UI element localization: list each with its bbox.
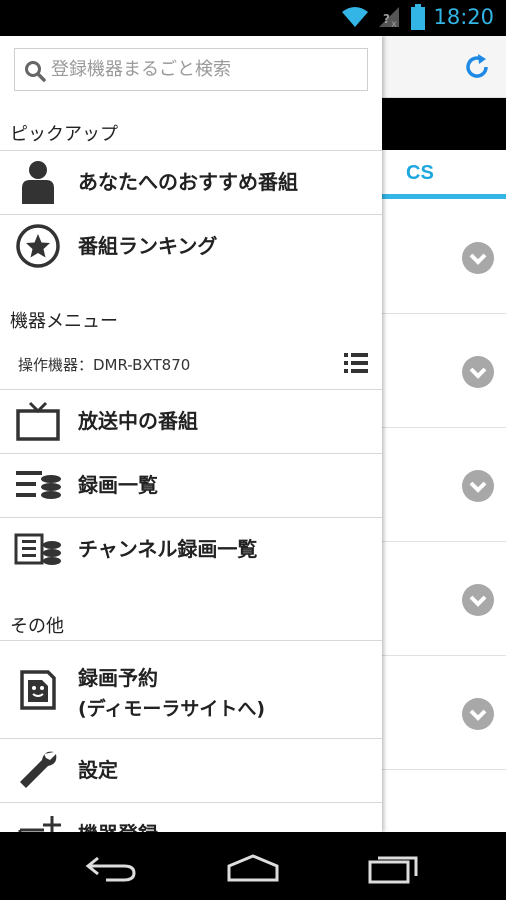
menu-item-on-air[interactable]: 放送中の番組 xyxy=(0,389,382,453)
search-icon xyxy=(25,61,46,82)
wifi-icon xyxy=(342,7,369,27)
chevron-down-icon[interactable] xyxy=(462,470,494,502)
tv-icon xyxy=(16,401,60,441)
menu-item-label: あなたへのおすすめ番組 xyxy=(78,170,298,194)
wrench-icon xyxy=(20,751,57,788)
menu-item-label: 放送中の番組 xyxy=(78,409,198,433)
menu-item-label: 番組ランキング xyxy=(78,234,218,258)
system-nav-bar xyxy=(0,832,506,900)
channel-recordings-icon xyxy=(14,533,61,565)
battery-icon xyxy=(411,4,426,30)
navigation-drawer: ピックアップ あなたへのおすすめ番組 番組ランキング 機器メニュー 操作機器：D… xyxy=(0,36,382,832)
menu-item-channel-recordings[interactable]: チャンネル録画一覧 xyxy=(0,517,382,581)
no-signal-icon: x ? xyxy=(379,7,400,29)
program-row[interactable] xyxy=(382,200,506,314)
program-row[interactable] xyxy=(382,542,506,656)
program-row[interactable] xyxy=(382,428,506,542)
search-box[interactable] xyxy=(14,48,368,91)
menu-item-sublabel: (ディモーラサイトへ) xyxy=(78,698,266,720)
chevron-down-icon[interactable] xyxy=(462,584,494,616)
tab-indicator xyxy=(382,194,506,199)
menu-item-label: 設定 xyxy=(78,758,118,782)
section-other: その他 xyxy=(10,616,64,637)
menu-item-settings[interactable]: 設定 xyxy=(0,738,382,802)
recordings-icon xyxy=(16,471,61,499)
home-icon[interactable] xyxy=(225,850,281,884)
search-input[interactable] xyxy=(51,49,361,90)
program-row[interactable] xyxy=(382,314,506,428)
recent-apps-icon[interactable] xyxy=(366,850,422,884)
menu-item-label: 録画一覧 xyxy=(78,473,158,497)
list-icon[interactable] xyxy=(344,352,368,374)
device-label: 操作機器：DMR-BXT870 xyxy=(18,356,191,374)
svg-text:x: x xyxy=(391,19,397,29)
menu-item-label: 機器登録 xyxy=(78,818,158,832)
diga-icon xyxy=(20,670,56,710)
chevron-down-icon[interactable] xyxy=(462,356,494,388)
chevron-down-icon[interactable] xyxy=(462,242,494,274)
tab-cs[interactable]: CS xyxy=(406,162,434,185)
refresh-icon[interactable] xyxy=(462,52,492,82)
add-device-icon xyxy=(18,816,61,832)
status-bar: x ? 18:20 xyxy=(0,0,506,36)
menu-item-reservation[interactable]: 録画予約 (ディモーラサイトへ) xyxy=(0,640,382,738)
star-circle-icon xyxy=(16,224,60,268)
menu-item-recommended[interactable]: あなたへのおすすめ番組 xyxy=(0,150,382,214)
program-row[interactable] xyxy=(382,656,506,770)
svg-text:?: ? xyxy=(383,12,390,26)
menu-item-ranking[interactable]: 番組ランキング xyxy=(0,214,382,278)
section-pickup: ピックアップ xyxy=(10,124,118,145)
section-device-menu: 機器メニュー xyxy=(10,311,118,332)
clock: 18:20 xyxy=(433,5,494,29)
status-icons: x ? 18:20 xyxy=(341,4,494,30)
menu-item-label: 録画予約 xyxy=(78,666,158,690)
person-icon xyxy=(22,161,54,204)
menu-item-device-registration[interactable]: 機器登録 xyxy=(0,802,382,832)
device-selector[interactable]: 操作機器：DMR-BXT870 xyxy=(0,340,382,388)
chevron-down-icon[interactable] xyxy=(462,698,494,730)
menu-item-recordings[interactable]: 録画一覧 xyxy=(0,453,382,517)
back-icon[interactable] xyxy=(84,850,140,884)
menu-item-label: チャンネル録画一覧 xyxy=(78,537,258,561)
